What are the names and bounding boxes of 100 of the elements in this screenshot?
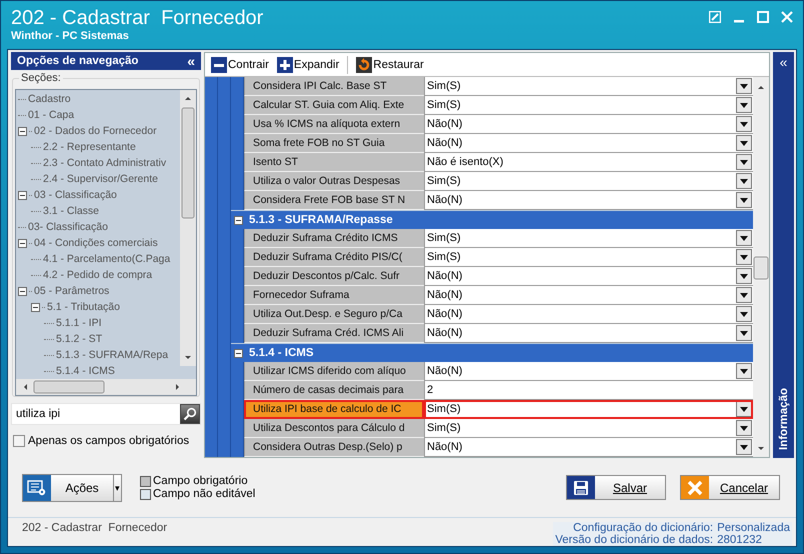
field-label: Considera IPI Calc. Base ST — [244, 77, 424, 96]
caret-icon — [740, 330, 748, 336]
edit-icon[interactable] — [709, 11, 721, 23]
legend-label: Campo não editável — [153, 488, 256, 500]
toolbar-button[interactable]: Restaurar — [356, 56, 424, 72]
collapse-icon[interactable] — [18, 238, 27, 248]
cancel-button[interactable]: Cancelar — [680, 475, 780, 500]
value-field[interactable]: Não(N) — [424, 191, 753, 210]
value-field[interactable]: Não(N) — [424, 286, 753, 305]
value-field[interactable]: Não(N) — [424, 134, 753, 153]
dropdown-button[interactable] — [736, 135, 752, 151]
dropdown-button[interactable] — [736, 268, 752, 284]
value-field[interactable]: Sim(S) — [424, 229, 753, 248]
status-value: 2801232 — [717, 534, 763, 546]
value-field[interactable]: Não(N) — [424, 324, 753, 343]
tree-item[interactable]: 5.1.1 - IPI — [56, 317, 102, 329]
dropdown-button[interactable] — [736, 230, 752, 246]
field-label: Utilizar ICMS diferido com alíquo — [244, 362, 424, 381]
value-field[interactable]: Sim(S) — [424, 96, 753, 115]
toolbar-button[interactable]: Expandir — [276, 56, 340, 72]
checkbox-label: Apenas os campos obrigatórios — [28, 435, 190, 447]
tree-item[interactable]: Cadastro — [28, 93, 71, 105]
tree-item[interactable]: 5.1.4 - ICMS — [56, 365, 115, 377]
tree-item[interactable]: 05 - Parâmetros — [34, 285, 110, 297]
caret-icon — [740, 312, 748, 316]
collapse-icon[interactable] — [18, 190, 27, 200]
collapse-icon[interactable] — [234, 216, 243, 224]
search-input[interactable]: utiliza ipi — [14, 407, 180, 421]
tree-item[interactable]: 5.1.3 - SUFRAMA/Repa — [56, 349, 168, 361]
tree-item[interactable]: 2.4 - Supervisor/Gerente — [43, 173, 158, 185]
collapse-button[interactable]: « — [187, 54, 195, 68]
tree-item[interactable]: 03 - Classificação — [34, 189, 117, 201]
dropdown-button[interactable] — [736, 287, 752, 303]
caret-icon — [740, 406, 748, 412]
dropdown-button[interactable] — [736, 173, 752, 189]
field-label: Utiliza IPI base de calculo de IC — [244, 400, 424, 419]
value-field[interactable]: Não(N) — [424, 305, 753, 324]
tree-item[interactable]: 02 - Dados do Fornecedor — [34, 125, 157, 137]
search-button[interactable] — [180, 404, 200, 424]
scrollbar[interactable] — [16, 379, 196, 395]
tree-item[interactable]: 4.1 - Parcelamento(C.Paga — [43, 253, 170, 265]
collapse-icon[interactable] — [18, 286, 27, 296]
scrollbar[interactable] — [180, 90, 196, 366]
dropdown-button[interactable] — [736, 192, 752, 208]
caret-icon — [740, 426, 748, 430]
tree-item[interactable]: 3.1 - Classe — [43, 205, 100, 217]
caret-icon — [740, 292, 748, 298]
value-field[interactable]: Sim(S) — [424, 248, 753, 267]
value-field[interactable]: Não(N) — [424, 267, 753, 286]
expand-button[interactable]: « — [780, 55, 788, 69]
field-label: Número de casas decimais para — [244, 381, 424, 400]
search-field[interactable]: utiliza ipi — [11, 403, 201, 425]
tree-item[interactable]: 04 - Condições comerciais — [34, 237, 158, 249]
value-field[interactable]: Não(N) — [424, 362, 753, 381]
save-button[interactable]: Salvar — [566, 475, 666, 500]
tree-item[interactable]: 03- Classificação — [28, 221, 108, 233]
value-field[interactable]: Não(N) — [424, 115, 753, 134]
legend-label: Campo obrigatório — [153, 475, 248, 487]
close-icon[interactable] — [781, 11, 793, 23]
value-field[interactable]: Sim(S) — [424, 400, 753, 419]
field-label: Calcular ST. Guia com Aliq. Exte — [244, 96, 424, 115]
maximize-icon[interactable] — [757, 11, 769, 23]
value-field[interactable]: Não é isento(X) — [424, 153, 753, 172]
tree-item[interactable]: 5.1 - Tributação — [47, 301, 120, 313]
dropdown-button[interactable] — [736, 420, 752, 436]
value-field[interactable]: Sim(S) — [424, 77, 753, 96]
caret-icon — [740, 122, 748, 126]
tree-item[interactable]: 01 - Capa — [28, 109, 74, 121]
value-field[interactable]: Não(N) — [424, 438, 753, 457]
collapse-icon[interactable] — [18, 126, 27, 136]
collapse-icon[interactable] — [234, 348, 243, 358]
actions-button[interactable]: Ações ▾ — [22, 474, 122, 502]
toolbar-button[interactable]: Contrair — [211, 56, 269, 72]
collapse-icon[interactable] — [31, 302, 40, 312]
scrollbar[interactable] — [753, 77, 769, 457]
dropdown-button[interactable] — [736, 363, 752, 379]
dropdown-button[interactable] — [736, 78, 752, 94]
dropdown-button[interactable] — [736, 401, 752, 417]
value-field[interactable]: Sim(S) — [424, 172, 753, 191]
caret-icon — [740, 102, 748, 108]
dropdown-button[interactable] — [736, 154, 752, 170]
list-gear-icon — [27, 480, 47, 496]
caret-icon — [740, 140, 748, 146]
field-label: Deduzir Descontos p/Calc. Sufr — [244, 267, 424, 286]
dropdown-button[interactable] — [736, 439, 752, 455]
tree-item[interactable]: 5.1.2 - ST — [56, 333, 102, 345]
dropdown-button[interactable] — [736, 249, 752, 265]
floppy-icon — [573, 480, 589, 496]
dropdown-button[interactable] — [736, 306, 752, 322]
dropdown-button[interactable] — [736, 97, 752, 113]
tree-item[interactable]: 2.3 - Contato Administrativ — [43, 157, 166, 169]
tree-item[interactable]: 2.2 - Representante — [43, 141, 136, 153]
dropdown-button[interactable] — [736, 325, 752, 341]
dropdown-button[interactable] — [736, 116, 752, 132]
value-field[interactable]: 2 — [424, 381, 753, 400]
value-field[interactable]: Sim(S) — [424, 419, 753, 438]
status-form-name: 202 - Cadastrar Fornecedor — [22, 522, 168, 536]
field-label: Isento ST — [244, 153, 424, 172]
tree-item[interactable]: 4.2 - Pedido de compra — [43, 269, 152, 281]
checkbox[interactable] — [13, 435, 25, 447]
